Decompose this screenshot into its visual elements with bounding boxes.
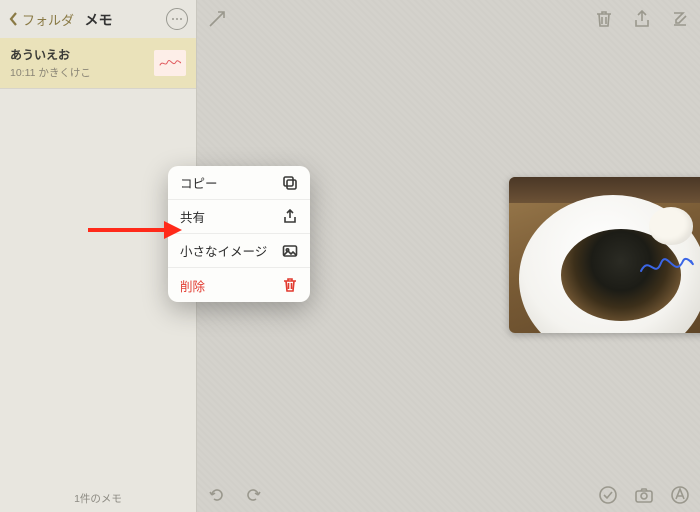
editor-toolbar-bottom: [197, 478, 700, 512]
trash-icon[interactable]: [594, 9, 614, 29]
camera-icon[interactable]: [634, 485, 654, 505]
menu-label: コピー: [180, 173, 218, 192]
menu-item-small-image[interactable]: 小さなイメージ: [168, 234, 310, 268]
copy-icon: [282, 175, 298, 191]
note-subtitle: 10:11 かきくけこ: [10, 65, 91, 80]
note-image-attachment[interactable]: [509, 177, 700, 333]
egg: [649, 207, 693, 245]
more-button[interactable]: [166, 8, 188, 30]
drawn-scribble: [637, 249, 697, 281]
undo-icon[interactable]: [207, 485, 227, 505]
menu-item-share[interactable]: 共有: [168, 200, 310, 234]
note-thumbnail: [154, 50, 186, 76]
redo-icon[interactable]: [243, 485, 263, 505]
share-icon[interactable]: [632, 9, 652, 29]
back-button[interactable]: フォルダ: [8, 10, 74, 29]
checkmark-circle-icon[interactable]: [598, 485, 618, 505]
menu-label: 小さなイメージ: [180, 241, 267, 260]
menu-label: 削除: [180, 276, 205, 295]
menu-item-delete[interactable]: 削除: [168, 268, 310, 302]
note-list-item[interactable]: あういえお 10:11 かきくけこ: [0, 38, 196, 89]
share-icon: [282, 209, 298, 225]
trash-icon: [282, 277, 298, 293]
menu-item-copy[interactable]: コピー: [168, 166, 310, 200]
menu-label: 共有: [180, 207, 205, 226]
note-title: あういえお: [10, 46, 91, 63]
sidebar-header: フォルダ: [0, 0, 196, 38]
sidebar-footer: 1件のメモ: [0, 485, 196, 512]
markup-icon[interactable]: [670, 485, 690, 505]
scribble-icon: [158, 56, 182, 70]
back-label: フォルダ: [22, 10, 74, 29]
ellipsis-icon: [171, 17, 183, 21]
image-icon: [282, 243, 298, 259]
context-menu: コピー 共有 小さなイメージ 削除: [168, 166, 310, 302]
compose-icon[interactable]: [670, 9, 690, 29]
annotation-arrow: [86, 217, 182, 243]
editor-toolbar-top: [197, 0, 700, 38]
expand-icon[interactable]: [207, 9, 227, 29]
chevron-left-icon: [8, 12, 20, 26]
